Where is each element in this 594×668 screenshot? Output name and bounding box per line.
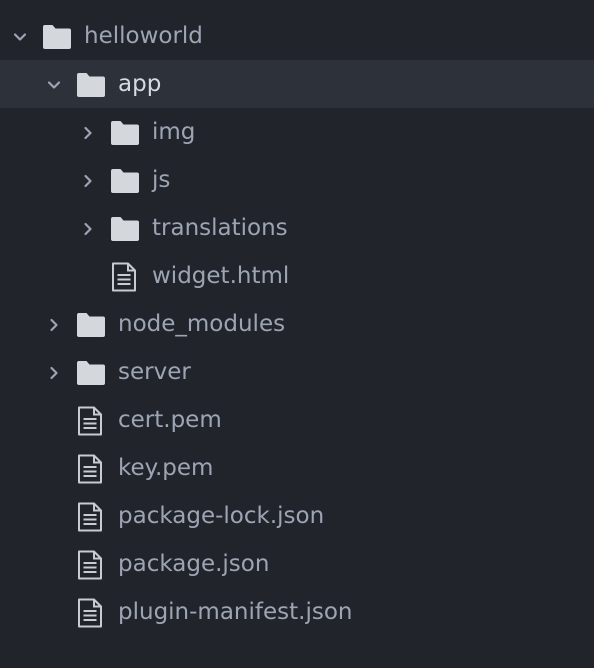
folder-name-label: helloworld xyxy=(84,23,203,49)
chevron-right-icon[interactable] xyxy=(81,173,95,188)
folder-icon xyxy=(76,312,106,338)
tree-row-key-pem[interactable]: key.pem xyxy=(0,444,594,492)
chevron-right-icon[interactable] xyxy=(47,365,61,380)
folder-icon xyxy=(110,168,140,194)
folder-name-label: js xyxy=(152,167,171,193)
chevron-right-icon[interactable] xyxy=(47,317,61,332)
tree-row-app[interactable]: app xyxy=(0,60,594,108)
folder-name-label: node_modules xyxy=(118,311,286,337)
chevron-right-icon[interactable] xyxy=(81,221,95,236)
tree-row-cert-pem[interactable]: cert.pem xyxy=(0,396,594,444)
tree-row-package-lock-json[interactable]: package-lock.json xyxy=(0,492,594,540)
folder-icon xyxy=(110,216,140,242)
tree-row-node-modules[interactable]: node_modules xyxy=(0,300,594,348)
tree-row-server[interactable]: server xyxy=(0,348,594,396)
file-name-label: cert.pem xyxy=(118,407,222,433)
folder-name-label: img xyxy=(152,119,196,145)
file-icon xyxy=(77,502,103,532)
folder-name-label: server xyxy=(118,359,191,385)
chevron-down-icon[interactable] xyxy=(47,77,61,91)
tree-row-translations[interactable]: translations xyxy=(0,204,594,252)
tree-row-helloworld[interactable]: helloworld xyxy=(0,12,594,60)
file-icon xyxy=(111,262,137,292)
file-icon xyxy=(77,454,103,484)
folder-icon xyxy=(110,120,140,146)
folder-name-label: translations xyxy=(152,215,288,241)
folder-icon xyxy=(76,72,106,98)
tree-row-plugin-manifest-json[interactable]: plugin-manifest.json xyxy=(0,588,594,636)
file-name-label: package-lock.json xyxy=(118,503,325,529)
tree-row-js[interactable]: js xyxy=(0,156,594,204)
file-tree: helloworld app img js translations widget.htm… xyxy=(0,0,594,668)
tree-row-widget-html[interactable]: widget.html xyxy=(0,252,594,300)
folder-name-label: app xyxy=(118,71,162,97)
folder-icon xyxy=(42,24,72,50)
tree-row-img[interactable]: img xyxy=(0,108,594,156)
file-name-label: key.pem xyxy=(118,455,214,481)
file-name-label: package.json xyxy=(118,551,270,577)
file-icon xyxy=(77,598,103,628)
tree-row-package-json[interactable]: package.json xyxy=(0,540,594,588)
file-name-label: widget.html xyxy=(152,263,290,289)
chevron-right-icon[interactable] xyxy=(81,125,95,140)
file-icon xyxy=(77,550,103,580)
folder-icon xyxy=(76,360,106,386)
file-name-label: plugin-manifest.json xyxy=(118,599,353,625)
chevron-down-icon[interactable] xyxy=(13,29,27,43)
file-icon xyxy=(77,406,103,436)
